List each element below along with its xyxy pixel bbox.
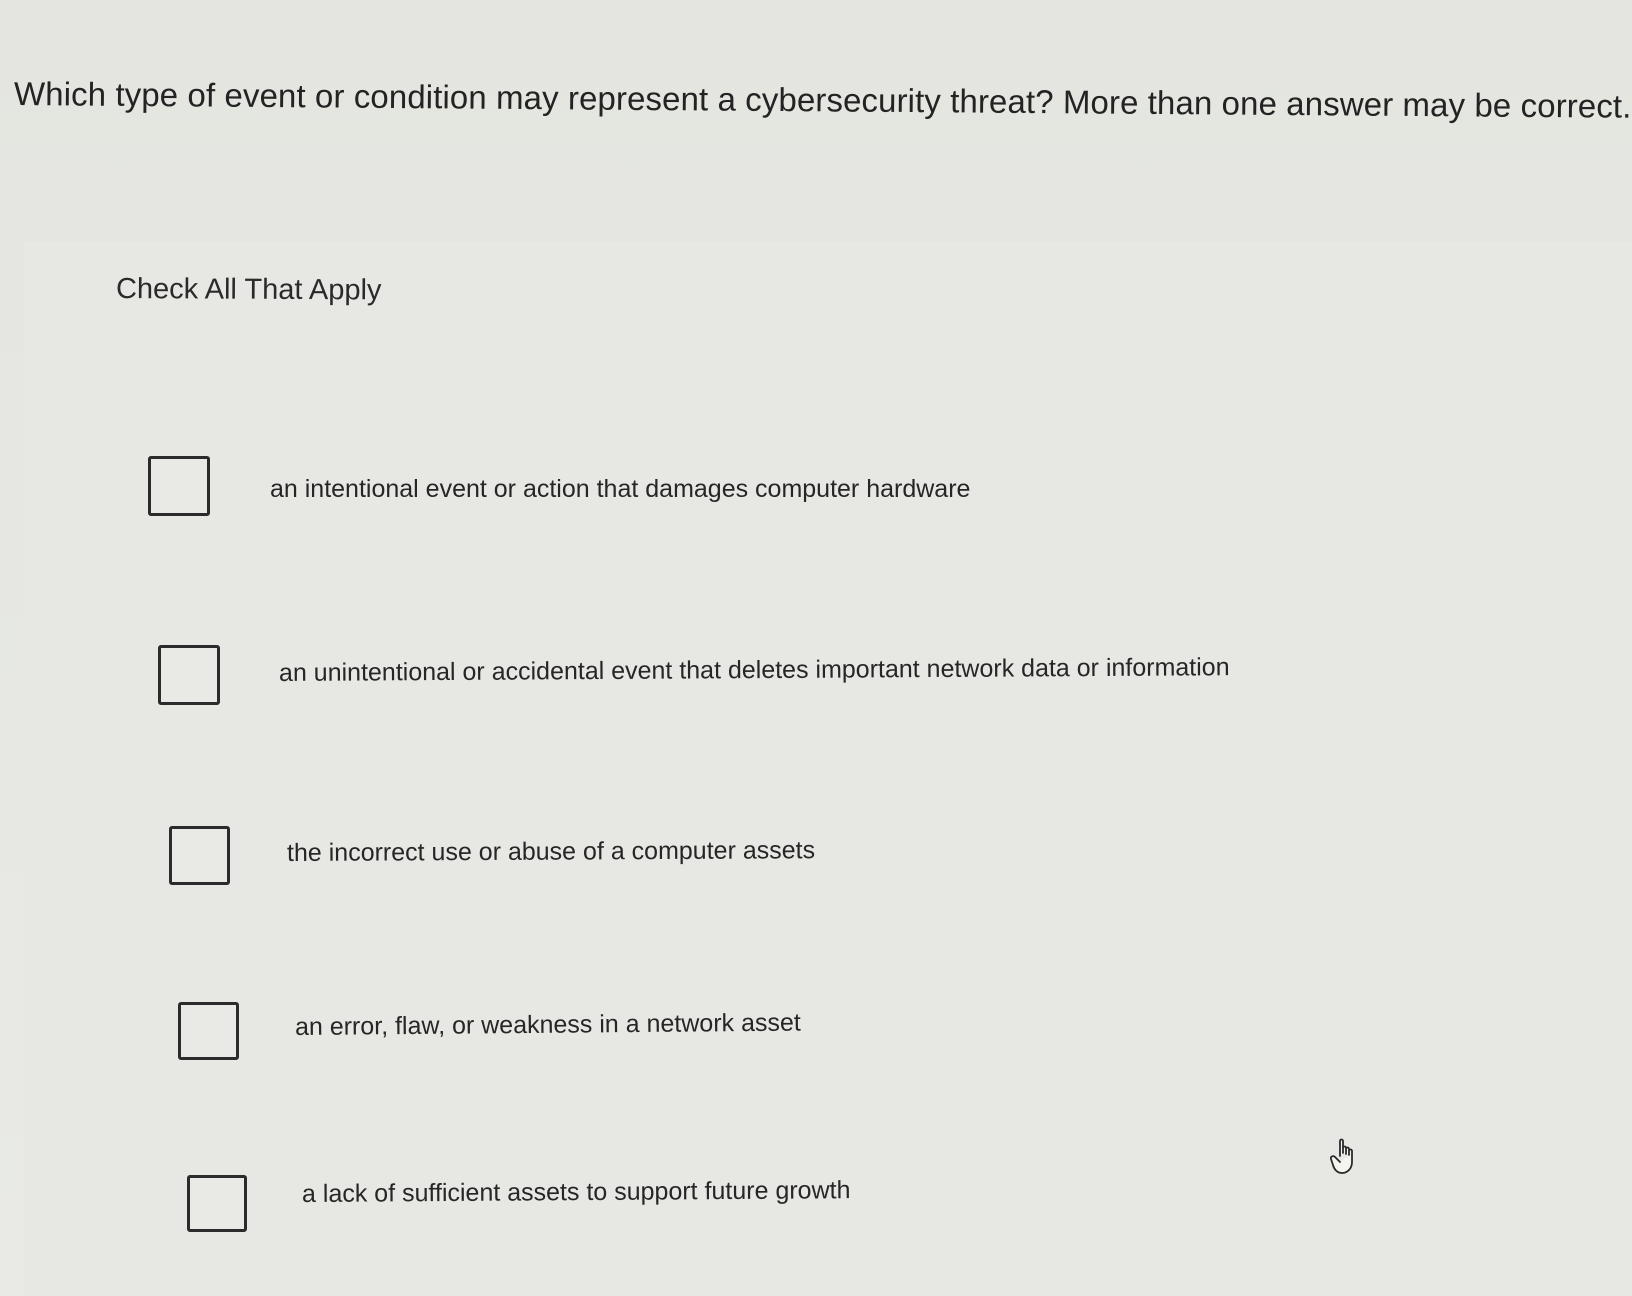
page: Which type of event or condition may rep…: [0, 0, 1632, 1296]
instruction-text: Check All That Apply: [115, 273, 382, 307]
option-2-label[interactable]: an unintentional or accidental event tha…: [279, 650, 1230, 690]
option-4-checkbox[interactable]: [178, 1002, 239, 1060]
answer-panel: [24, 242, 1632, 1296]
question-text: Which type of event or condition may rep…: [13, 75, 1632, 125]
option-3-label[interactable]: the incorrect use or abuse of a computer…: [287, 833, 815, 870]
option-1-label[interactable]: an intentional event or action that dama…: [270, 472, 970, 506]
option-3-checkbox[interactable]: [169, 826, 230, 885]
option-4-label[interactable]: an error, flaw, or weakness in a network…: [295, 1006, 801, 1044]
option-1-checkbox[interactable]: [148, 456, 210, 516]
hand-pointer-icon: [1329, 1136, 1362, 1176]
option-2-checkbox[interactable]: [158, 645, 220, 705]
option-5-checkbox[interactable]: [187, 1175, 247, 1232]
option-5-label[interactable]: a lack of sufficient assets to support f…: [302, 1173, 851, 1211]
